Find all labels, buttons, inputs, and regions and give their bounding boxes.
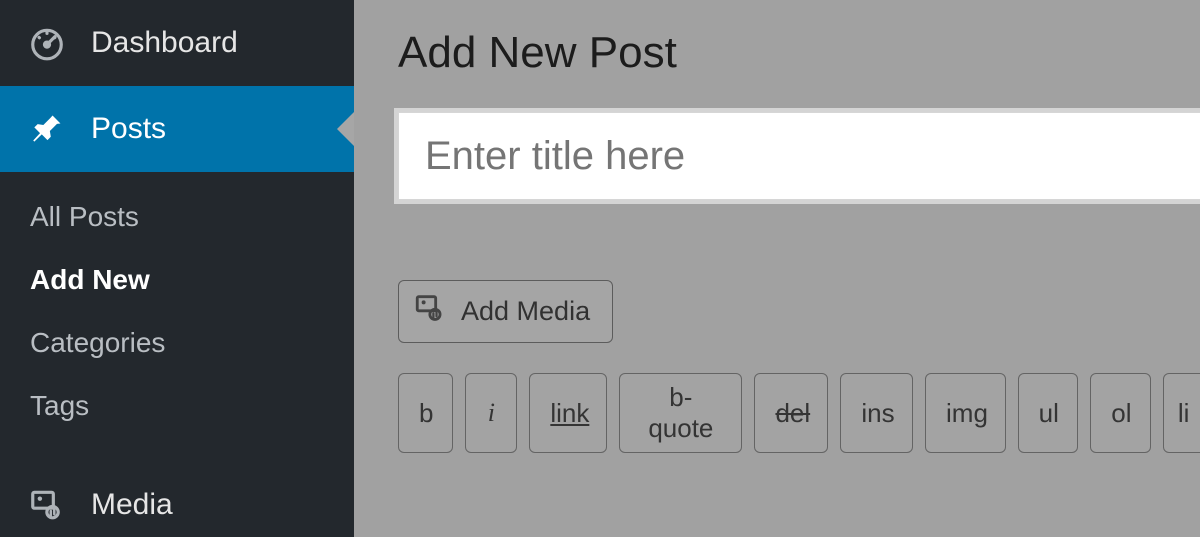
qt-ol-button[interactable]: ol <box>1090 373 1151 453</box>
post-title-input[interactable] <box>398 112 1200 200</box>
sidebar-submenu-posts: All Posts Add New Categories Tags <box>0 172 354 462</box>
sidebar-item-label: Posts <box>91 112 166 146</box>
pin-icon <box>25 107 69 151</box>
qt-link-button[interactable]: link <box>529 373 607 453</box>
sidebar-subitem-tags[interactable]: Tags <box>0 375 354 438</box>
qt-ins-button[interactable]: ins <box>840 373 913 453</box>
sidebar-subitem-categories[interactable]: Categories <box>0 312 354 375</box>
sidebar-item-dashboard[interactable]: Dashboard <box>0 0 354 86</box>
qt-bold-button[interactable]: b <box>398 373 453 453</box>
sidebar-subitem-add-new[interactable]: Add New <box>0 249 354 312</box>
quicktags-toolbar: b i link b-quote del ins img ul ol li <box>398 373 1200 453</box>
page-title: Add New Post <box>398 28 1200 78</box>
qt-bquote-button[interactable]: b-quote <box>619 373 742 453</box>
editor-main: Add New Post Add Media b i link b-quote … <box>354 0 1200 537</box>
qt-ul-button[interactable]: ul <box>1018 373 1079 453</box>
post-title-wrap <box>398 112 1200 200</box>
dim-overlay <box>354 0 1200 537</box>
add-media-button[interactable]: Add Media <box>398 280 613 343</box>
sidebar-item-label: Dashboard <box>91 26 238 60</box>
add-media-label: Add Media <box>461 296 590 327</box>
sidebar-item-media[interactable]: Media <box>0 462 354 537</box>
admin-sidebar: Dashboard Posts All Posts Add New Catego… <box>0 0 354 537</box>
sidebar-item-label: Media <box>91 488 173 522</box>
qt-del-button[interactable]: del <box>754 373 828 453</box>
qt-li-button[interactable]: li <box>1163 373 1200 453</box>
qt-italic-button[interactable]: i <box>465 373 517 453</box>
media-icon <box>25 483 69 527</box>
media-icon <box>413 291 447 332</box>
gauge-icon <box>25 21 69 65</box>
sidebar-subitem-all-posts[interactable]: All Posts <box>0 186 354 249</box>
sidebar-item-posts[interactable]: Posts <box>0 86 354 172</box>
qt-img-button[interactable]: img <box>925 373 1006 453</box>
